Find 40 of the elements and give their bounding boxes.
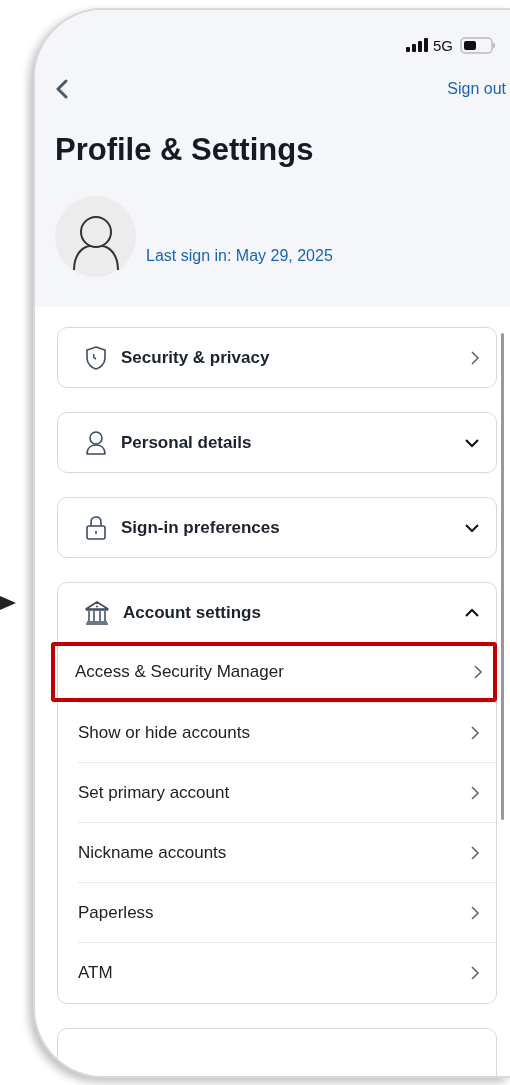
menu-row-label: Paperless <box>78 902 155 923</box>
chevron-right-icon <box>470 844 480 861</box>
network-label: 5G <box>433 36 453 54</box>
back-icon[interactable] <box>55 79 69 99</box>
chevron-right-icon <box>470 904 480 921</box>
chevron-right-icon <box>470 964 480 981</box>
section-title: Security & privacy <box>121 347 271 368</box>
signal-icon <box>406 38 428 52</box>
chevron-right-icon <box>470 724 480 741</box>
sign-out-link[interactable]: Sign out <box>447 80 506 98</box>
chevron-right-icon <box>473 664 483 680</box>
person-icon <box>84 429 108 456</box>
menu-row-label: Show or hide accounts <box>78 722 251 743</box>
menu-row-label: Set primary account <box>78 782 231 803</box>
section-title: Sign-in preferences <box>121 517 281 538</box>
section-header[interactable]: Account settings <box>58 583 496 642</box>
section-header[interactable]: Personal details <box>58 413 496 472</box>
battery-icon <box>460 36 496 54</box>
section-title: Personal details <box>121 432 253 453</box>
menu-row-label: Nickname accounts <box>78 842 228 863</box>
menu-row-label: ATM <box>78 962 114 983</box>
menu-row[interactable]: Access & Security Manager <box>51 642 497 702</box>
section-header[interactable]: Security & privacy <box>58 328 496 387</box>
bank-icon <box>84 599 110 626</box>
shield-icon <box>84 344 108 371</box>
section-header[interactable]: Sign-in preferences <box>58 498 496 557</box>
padlock-icon <box>84 514 108 541</box>
section-title: Account settings <box>123 602 262 623</box>
menu-row[interactable]: ATM <box>78 942 496 1002</box>
menu-row[interactable]: Show or hide accounts <box>78 702 496 762</box>
pointer-arrow-icon <box>0 596 16 610</box>
avatar-icon <box>55 196 136 277</box>
chevron-right-icon <box>470 349 480 366</box>
menu-row[interactable]: Paperless <box>78 882 496 942</box>
menu-row[interactable]: Set primary account <box>78 762 496 822</box>
menu-row-label: Access & Security Manager <box>75 662 285 682</box>
chevron-right-icon <box>470 784 480 801</box>
page-title: Profile & Settings <box>55 132 315 168</box>
menu-row[interactable]: Nickname accounts <box>78 822 496 882</box>
last-sign-in-text: Last sign in: May 29, 2025 <box>146 247 333 266</box>
